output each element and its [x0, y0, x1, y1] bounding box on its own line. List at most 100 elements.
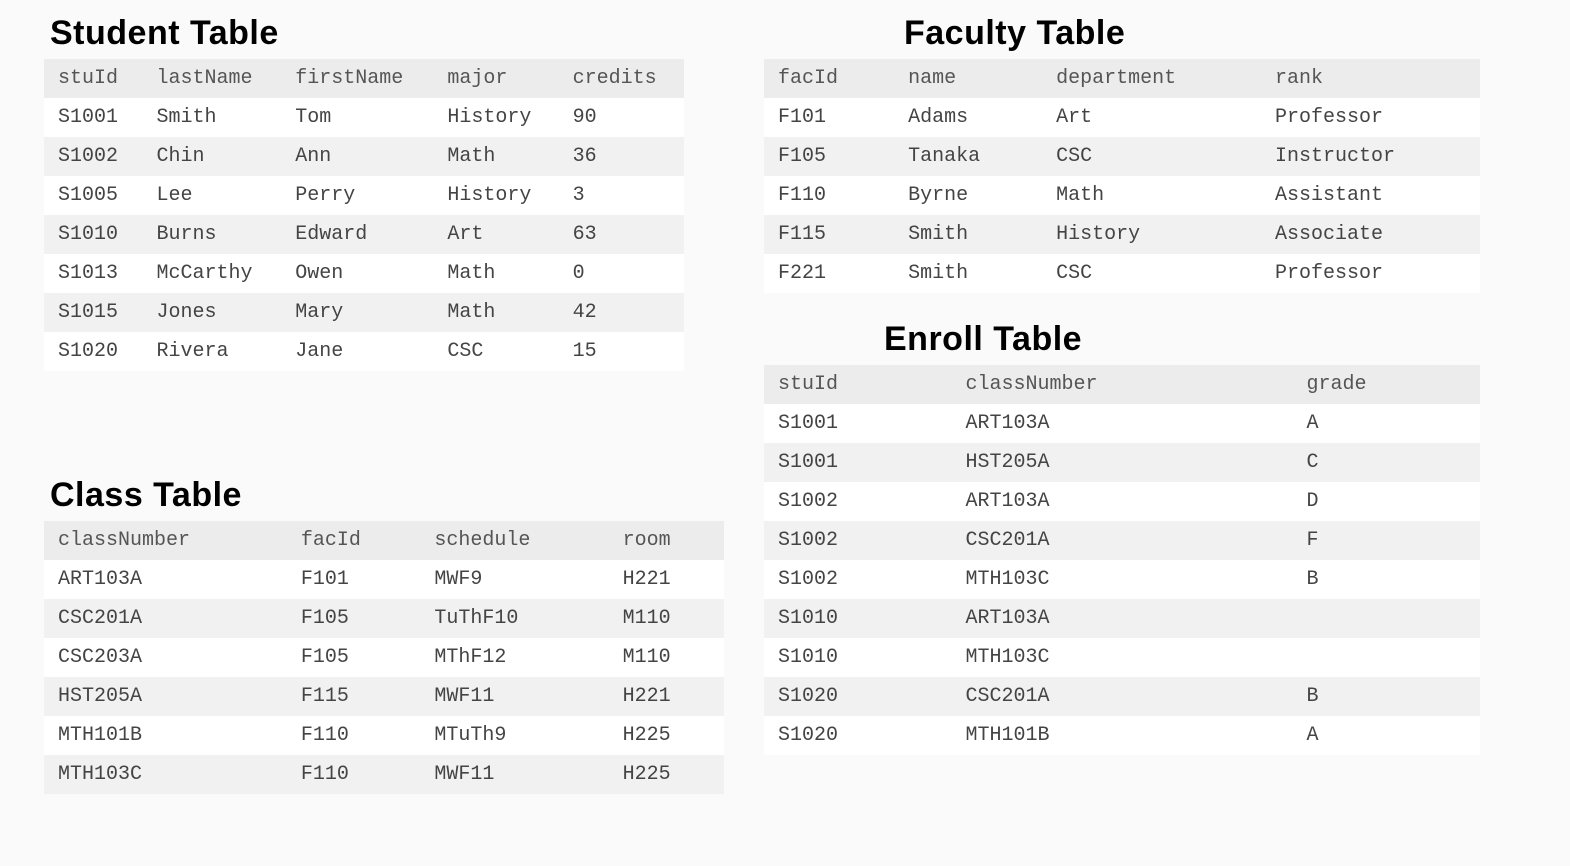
- table-row: S1015JonesMaryMath42: [44, 293, 684, 332]
- table-row: S1020RiveraJaneCSC15: [44, 332, 684, 371]
- table-cell: ART103A: [44, 560, 287, 599]
- column-header: lastName: [142, 59, 281, 98]
- table-cell: A: [1292, 716, 1480, 755]
- table-cell: Assistant: [1261, 176, 1480, 215]
- student-table-block: Student Table stuId lastName firstName m…: [44, 14, 684, 371]
- column-header: classNumber: [44, 521, 287, 560]
- table-cell: TuThF10: [420, 599, 608, 638]
- class-table-title: Class Table: [44, 476, 724, 515]
- table-row: CSC201AF105TuThF10M110: [44, 599, 724, 638]
- table-cell: Math: [433, 137, 558, 176]
- table-cell: Professor: [1261, 98, 1480, 137]
- table-cell: MTH103C: [952, 560, 1293, 599]
- table-cell: Art: [433, 215, 558, 254]
- column-header: stuId: [764, 365, 952, 404]
- table-cell: Jane: [281, 332, 433, 371]
- table-cell: F115: [764, 215, 894, 254]
- table-cell: MWF11: [420, 755, 608, 794]
- table-cell: H225: [609, 755, 724, 794]
- table-cell: M110: [609, 599, 724, 638]
- table-header-row: stuId classNumber grade: [764, 365, 1480, 404]
- table-cell: HST205A: [44, 677, 287, 716]
- table-cell: S1002: [764, 521, 952, 560]
- enroll-table-block: Enroll Table stuId classNumber grade S10…: [764, 320, 1480, 755]
- column-header: department: [1042, 59, 1261, 98]
- table-cell: S1020: [44, 332, 142, 371]
- table-cell: Lee: [142, 176, 281, 215]
- table-cell: ART103A: [952, 482, 1293, 521]
- table-cell: CSC201A: [952, 677, 1293, 716]
- table-cell: B: [1292, 677, 1480, 716]
- table-cell: D: [1292, 482, 1480, 521]
- table-cell: F115: [287, 677, 421, 716]
- table-row: S1002ART103AD: [764, 482, 1480, 521]
- table-row: S1005LeePerryHistory 3: [44, 176, 684, 215]
- column-header: firstName: [281, 59, 433, 98]
- enroll-table-title: Enroll Table: [764, 320, 1480, 359]
- table-row: S1001SmithTomHistory90: [44, 98, 684, 137]
- table-row: S1002CSC201AF: [764, 521, 1480, 560]
- table-cell: Chin: [142, 137, 281, 176]
- table-row: F105TanakaCSCInstructor: [764, 137, 1480, 176]
- table-cell: B: [1292, 560, 1480, 599]
- table-cell: Instructor: [1261, 137, 1480, 176]
- table-cell: F110: [287, 755, 421, 794]
- table-cell: Tanaka: [894, 137, 1042, 176]
- table-cell: Smith: [894, 215, 1042, 254]
- faculty-table-block: Faculty Table facId name department rank…: [764, 14, 1480, 293]
- table-cell: MTuTh9: [420, 716, 608, 755]
- table-row: S1010ART103A: [764, 599, 1480, 638]
- table-cell: Tom: [281, 98, 433, 137]
- table-cell: 15: [559, 332, 684, 371]
- table-cell: CSC201A: [952, 521, 1293, 560]
- student-table-body: S1001SmithTomHistory90S1002ChinAnnMath36…: [44, 98, 684, 371]
- column-header: name: [894, 59, 1042, 98]
- table-cell: S1002: [764, 560, 952, 599]
- student-table: stuId lastName firstName major credits S…: [44, 59, 684, 371]
- table-row: S1020MTH101BA: [764, 716, 1480, 755]
- table-cell: S1015: [44, 293, 142, 332]
- table-row: S1001ART103AA: [764, 404, 1480, 443]
- table-cell: MTH101B: [952, 716, 1293, 755]
- table-cell: F221: [764, 254, 894, 293]
- table-cell: MTH103C: [952, 638, 1293, 677]
- table-row: F101AdamsArtProfessor: [764, 98, 1480, 137]
- table-cell: Math: [433, 254, 558, 293]
- table-cell: CSC: [1042, 137, 1261, 176]
- table-cell: CSC201A: [44, 599, 287, 638]
- table-cell: S1001: [44, 98, 142, 137]
- table-cell: Perry: [281, 176, 433, 215]
- table-cell: ART103A: [952, 404, 1293, 443]
- table-row: S1002MTH103CB: [764, 560, 1480, 599]
- column-header: credits: [559, 59, 684, 98]
- table-cell: MWF11: [420, 677, 608, 716]
- table-row: S1002ChinAnnMath36: [44, 137, 684, 176]
- table-cell: H221: [609, 677, 724, 716]
- table-cell: 90: [559, 98, 684, 137]
- table-cell: History: [1042, 215, 1261, 254]
- table-row: F110ByrneMathAssistant: [764, 176, 1480, 215]
- table-cell: Rivera: [142, 332, 281, 371]
- table-row: S1010MTH103C: [764, 638, 1480, 677]
- table-cell: [1292, 638, 1480, 677]
- table-cell: S1010: [764, 599, 952, 638]
- table-cell: Byrne: [894, 176, 1042, 215]
- table-cell: Associate: [1261, 215, 1480, 254]
- table-cell: Burns: [142, 215, 281, 254]
- table-cell: S1010: [764, 638, 952, 677]
- table-cell: Edward: [281, 215, 433, 254]
- table-cell: HST205A: [952, 443, 1293, 482]
- table-cell: 63: [559, 215, 684, 254]
- table-cell: F105: [287, 599, 421, 638]
- column-header: major: [433, 59, 558, 98]
- table-cell: 36: [559, 137, 684, 176]
- table-row: F115SmithHistoryAssociate: [764, 215, 1480, 254]
- table-cell: Jones: [142, 293, 281, 332]
- column-header: facId: [764, 59, 894, 98]
- table-cell: CSC203A: [44, 638, 287, 677]
- table-cell: CSC: [1042, 254, 1261, 293]
- table-cell: Smith: [894, 254, 1042, 293]
- table-cell: M110: [609, 638, 724, 677]
- table-cell: History: [433, 176, 558, 215]
- table-cell: Math: [1042, 176, 1261, 215]
